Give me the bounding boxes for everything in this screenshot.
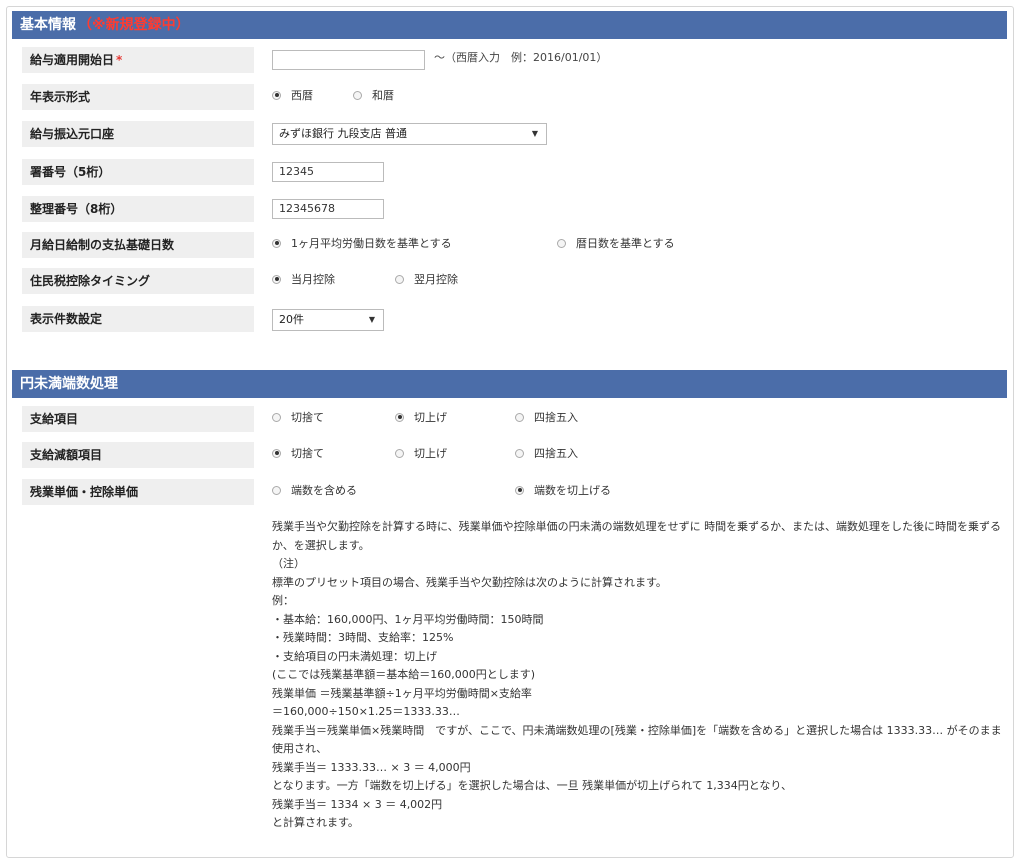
description-line: 残業手当＝ 1333.33… × 3 ＝ 4,000円 — [272, 760, 471, 774]
description-line: 残業手当＝ 1334 × 3 ＝ 4,002円 — [272, 797, 443, 811]
section-title: 円未満端数処理 — [20, 376, 118, 392]
page-size-label: 表示件数設定 — [22, 306, 254, 332]
start-date-input[interactable] — [272, 50, 425, 70]
page-size-select[interactable]: 20件 ▼ — [272, 309, 384, 331]
office-no-input[interactable]: 12345 — [272, 162, 384, 182]
dropdown-arrow-icon: ▼ — [368, 315, 375, 324]
ref-no-input[interactable]: 12345678 — [272, 199, 384, 219]
radio-checked-icon — [272, 274, 281, 284]
radio-year-western[interactable]: 西暦 — [272, 86, 313, 106]
radio-unchecked-icon — [353, 90, 362, 100]
required-mark: * — [116, 53, 123, 67]
radio-checked-icon — [395, 412, 404, 422]
radio-unchecked-icon — [515, 412, 524, 422]
radio-year-japanese[interactable]: 和暦 — [353, 86, 394, 106]
radio-overtime-include[interactable]: 端数を含める — [272, 481, 357, 501]
radio-base-days-average[interactable]: 1ヶ月平均労働日数を基準とする — [272, 234, 452, 254]
start-date-label: 給与適用開始日 * — [22, 47, 254, 73]
radio-payment-floor[interactable]: 切捨て — [272, 408, 324, 428]
radio-checked-icon — [272, 238, 281, 248]
section-header-rounding: 円未満端数処理 — [12, 370, 1007, 398]
description-line: 例： — [272, 594, 294, 607]
office-no-label: 署番号（5桁） — [22, 159, 254, 185]
description-line: となります。一方「端数を切上げる」を選択した場合は、一旦 残業単価が切上げられて… — [272, 779, 792, 792]
description-line: 標準のプリセット項目の場合、残業手当や欠勤控除は次のように計算されます。 — [272, 575, 667, 589]
new-registration-note: （※新規登録中） — [78, 17, 190, 33]
bank-account-select[interactable]: みずほ銀行 九段支店 普通 ▼ — [272, 123, 547, 145]
section-title: 基本情報 — [20, 17, 76, 33]
resident-tax-label: 住民税控除タイミング — [22, 268, 254, 294]
rounding-overtime-label: 残業単価・控除単価 — [22, 479, 254, 505]
year-format-label: 年表示形式 — [22, 84, 254, 110]
start-date-hint: ～（西暦入力 例：2016/01/01） — [434, 51, 608, 64]
description-line: 残業単価 ＝残業基準額÷1ヶ月平均労働時間×支給率 — [272, 686, 532, 700]
radio-tax-next-month[interactable]: 翌月控除 — [395, 270, 458, 290]
radio-deduction-round[interactable]: 四捨五入 — [515, 444, 578, 464]
radio-tax-current-month[interactable]: 当月控除 — [272, 270, 335, 290]
radio-deduction-ceil[interactable]: 切上げ — [395, 444, 447, 464]
rounding-payment-label: 支給項目 — [22, 406, 254, 432]
radio-unchecked-icon — [515, 448, 524, 458]
section-header-basic-info: 基本情報 （※新規登録中） — [12, 11, 1007, 39]
radio-deduction-floor[interactable]: 切捨て — [272, 444, 324, 464]
radio-unchecked-icon — [557, 238, 566, 248]
bank-account-label: 給与振込元口座 — [22, 121, 254, 147]
base-days-label: 月給日給制の支払基礎日数 — [22, 232, 254, 258]
description-line: (ここでは残業基準額＝基本給＝160,000円とします) — [272, 668, 536, 681]
description-line: ＝160,000÷150×1.25＝1333.33… — [272, 705, 460, 718]
description-line: と計算されます。 — [272, 816, 359, 829]
description-line: ・基本給：160,000円、1ヶ月平均労働時間：150時間 — [272, 612, 544, 626]
radio-checked-icon — [272, 448, 281, 458]
radio-unchecked-icon — [395, 448, 404, 458]
radio-checked-icon — [272, 90, 281, 100]
description-line: ・残業時間：3時間、支給率：125% — [272, 631, 454, 644]
ref-no-label: 整理番号（8桁） — [22, 196, 254, 222]
radio-checked-icon — [515, 485, 524, 495]
radio-unchecked-icon — [272, 485, 281, 495]
radio-payment-round[interactable]: 四捨五入 — [515, 408, 578, 428]
radio-base-days-calendar[interactable]: 暦日数を基準とする — [557, 234, 675, 254]
radio-unchecked-icon — [272, 412, 281, 422]
radio-unchecked-icon — [395, 274, 404, 284]
overtime-rounding-description: 残業手当や欠勤控除を計算する時に、残業単価や控除単価の円未満の端数処理をせずに … — [272, 518, 1002, 833]
description-line: （注） — [272, 557, 305, 570]
dropdown-arrow-icon: ▼ — [531, 129, 538, 138]
description-line: 残業手当＝残業単価×残業時間 ですが、ここで、円未満端数処理の[残業・控除単価]… — [272, 723, 1002, 756]
description-line: 残業手当や欠勤控除を計算する時に、残業単価や控除単価の円未満の端数処理をせずに … — [272, 520, 1001, 552]
radio-overtime-ceil[interactable]: 端数を切上げる — [515, 481, 611, 501]
radio-payment-ceil[interactable]: 切上げ — [395, 408, 447, 428]
description-line: ・支給項目の円未満処理：切上げ — [272, 649, 437, 663]
rounding-deduction-label: 支給減額項目 — [22, 442, 254, 468]
